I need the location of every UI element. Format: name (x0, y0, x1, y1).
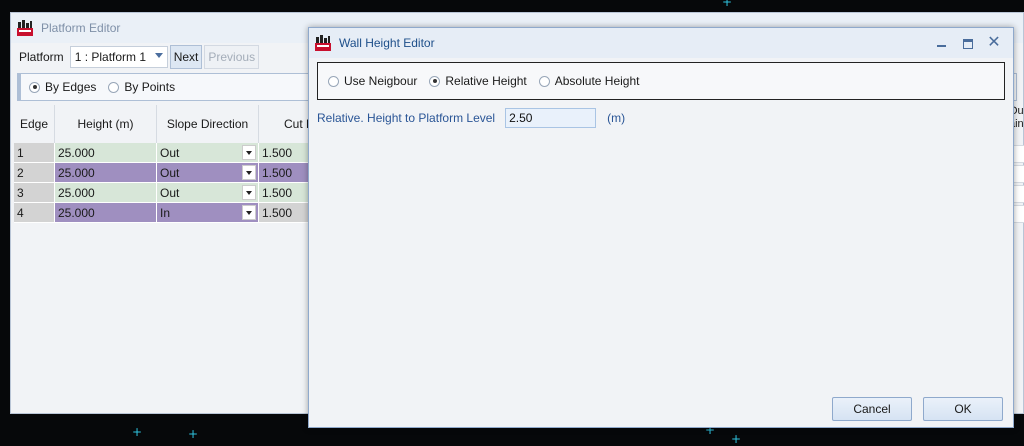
close-icon[interactable]: ✕ (987, 35, 1001, 51)
slope-cell[interactable]: Out (157, 143, 259, 163)
relative-height-input[interactable]: 2.50 (505, 108, 597, 128)
slope-cell[interactable]: In (157, 203, 259, 223)
height-cell[interactable]: 25.000 (55, 183, 157, 203)
platform-select-value: 1 : Platform 1 (74, 50, 147, 64)
height-mode-radio-group: Use Neigbour Relative Height Absolute He… (317, 62, 1005, 100)
ok-button[interactable]: OK (923, 397, 1003, 421)
use-neigbour-radio[interactable]: Use Neigbour (328, 74, 417, 88)
crosshair-mark: + (132, 425, 143, 439)
mode-by-edges-radio[interactable]: By Edges (29, 80, 96, 94)
column-header-slope-direction[interactable]: Slope Direction (157, 105, 259, 143)
dialog-title: Wall Height Editor (339, 36, 435, 50)
chevron-down-icon[interactable] (242, 145, 256, 160)
slope-value: In (160, 205, 171, 220)
height-cell[interactable]: 25.000 (55, 143, 157, 163)
chevron-down-icon (154, 53, 163, 58)
cut-cell[interactable]: 1.500 (259, 183, 309, 203)
edge-cell: 3 (14, 183, 55, 203)
window-title: Platform Editor (41, 21, 121, 35)
column-header-edge[interactable]: Edge (14, 105, 55, 143)
radio-selected-icon (429, 75, 441, 87)
cut-cell[interactable]: 1.500 (259, 143, 309, 163)
height-cell[interactable]: 25.000 (55, 163, 157, 183)
option-label: Absolute Height (554, 74, 640, 88)
slope-cell[interactable]: Out (157, 163, 259, 183)
radio-selected-icon (29, 81, 40, 93)
app-logo-icon (17, 20, 33, 36)
chevron-down-icon[interactable] (242, 205, 256, 220)
chevron-down-icon[interactable] (242, 185, 256, 200)
maximize-icon[interactable] (961, 36, 975, 50)
minimize-icon[interactable] (935, 36, 949, 50)
absolute-height-radio[interactable]: Absolute Height (538, 74, 640, 88)
radio-unselected-icon (108, 81, 120, 93)
wall-height-editor-dialog: Wall Height Editor ✕ Use Neigbour Relati… (308, 27, 1014, 428)
unit-label: (m) (607, 111, 626, 125)
cancel-button[interactable]: Cancel (832, 397, 912, 421)
mode-label: By Edges (45, 80, 97, 94)
relative-height-radio[interactable]: Relative Height (429, 74, 527, 88)
app-logo-icon (315, 35, 331, 51)
platform-select[interactable]: 1 : Platform 1 (69, 46, 168, 68)
crosshair-mark: + (731, 432, 742, 446)
mode-by-points-radio[interactable]: By Points (108, 80, 175, 94)
radio-unselected-icon (328, 75, 339, 87)
relative-height-row: Relative. Height to Platform Level 2.50 … (317, 108, 625, 128)
relative-height-label: Relative. Height to Platform Level (317, 111, 496, 125)
crosshair-mark: + (722, 0, 733, 9)
chevron-down-icon[interactable] (242, 165, 256, 180)
edge-cell: 1 (14, 143, 55, 163)
edge-cell: 2 (14, 163, 55, 183)
slope-value: Out (160, 145, 180, 160)
previous-button[interactable]: Previous (204, 45, 260, 69)
platform-label: Platform (19, 50, 64, 64)
height-cell[interactable]: 25.000 (55, 203, 157, 223)
window-controls: ✕ (935, 35, 1001, 51)
slope-value: Out (160, 165, 180, 180)
wall-height-editor-titlebar[interactable]: Wall Height Editor ✕ (309, 28, 1013, 58)
cut-cell[interactable]: 1.500 (259, 163, 309, 183)
slope-cell[interactable]: Out (157, 183, 259, 203)
column-header-height[interactable]: Height (m) (55, 105, 157, 143)
option-label: Use Neigbour (344, 74, 418, 88)
crosshair-mark: + (188, 427, 199, 441)
edge-cell: 4 (14, 203, 55, 223)
next-button[interactable]: Next (169, 45, 203, 69)
mode-label: By Points (124, 80, 176, 94)
radio-unselected-icon (538, 75, 550, 87)
option-label: Relative Height (445, 74, 527, 88)
slope-value: Out (160, 185, 180, 200)
cut-cell[interactable]: 1.500 (259, 203, 309, 223)
